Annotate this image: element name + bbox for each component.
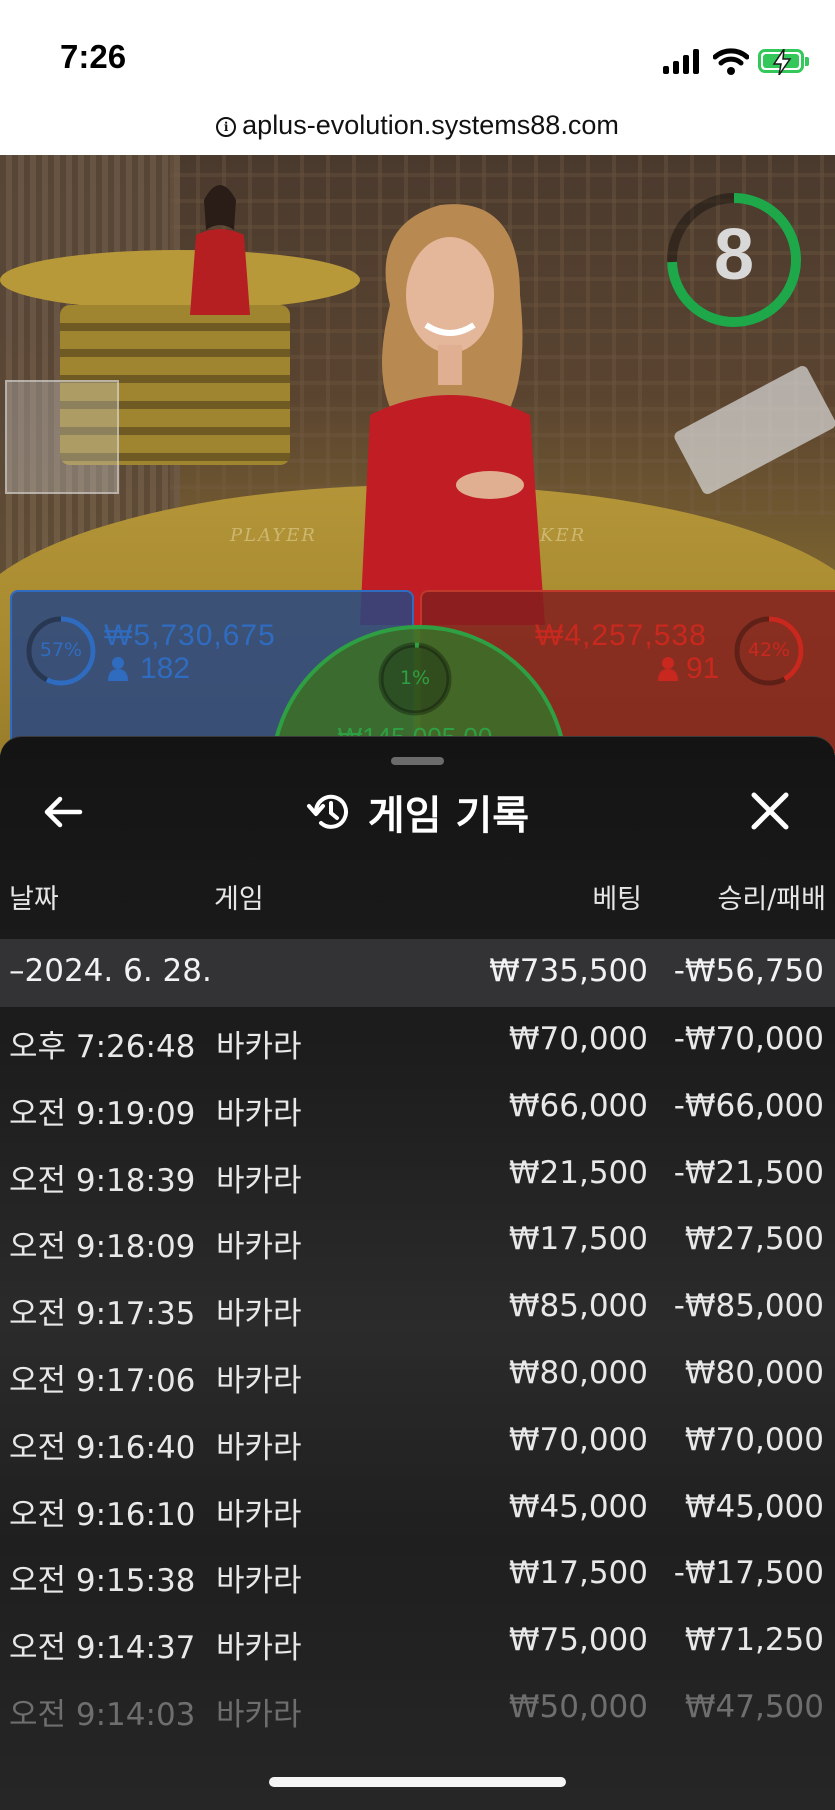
row-bet: ₩17,500 (508, 1221, 648, 1258)
row-game: 바카라 (216, 1563, 302, 1600)
row-win-loss: -₩70,000 (673, 1021, 824, 1057)
row-bet: ₩45,000 (508, 1488, 648, 1525)
history-row[interactable]: 오전 9:16:40 바카라 ₩70,000 ₩70,000 (0, 1408, 835, 1475)
row-win-loss: -₩21,500 (673, 1154, 824, 1191)
row-time: 오전 9:17:35 (9, 1296, 196, 1333)
history-row[interactable]: 오전 9:19:09 바카라 ₩66,000 -₩66,000 (0, 1074, 835, 1141)
column-header-game[interactable]: 게임 (214, 877, 264, 927)
row-game: 바카라 (216, 1029, 302, 1065)
group-win-loss-total: -₩56,750 (673, 953, 824, 989)
row-game: 바카라 (216, 1630, 302, 1667)
site-info-icon[interactable]: i (216, 116, 237, 137)
column-header-bet[interactable]: 베팅 (592, 877, 642, 927)
row-time: 오전 9:19:09 (9, 1095, 196, 1132)
history-row[interactable]: 오전 9:16:10 바카라 ₩45,000 ₩45,000 (0, 1475, 835, 1542)
player-total-bet: ₩5,730,675 (104, 619, 276, 652)
banker-total-bet: ₩4,257,538 (535, 619, 707, 652)
row-bet: ₩66,000 (508, 1087, 648, 1124)
player-count-icon (108, 657, 128, 681)
row-bet: ₩70,000 (508, 1021, 648, 1057)
row-game: 바카라 (216, 1296, 302, 1333)
row-game: 바카라 (216, 1362, 302, 1399)
history-row[interactable]: 오전 9:18:09 바카라 ₩17,500 ₩27,500 (0, 1207, 835, 1274)
status-time: 7:26 (60, 38, 127, 75)
column-header-win-loss[interactable]: 승리/패배 (718, 877, 826, 927)
row-bet: ₩70,000 (508, 1421, 648, 1458)
group-bet-total: ₩735,500 (489, 953, 648, 989)
player-count: 182 (140, 652, 191, 685)
dealer (360, 204, 545, 625)
history-row[interactable]: 오전 9:17:06 바카라 ₩80,000 ₩80,000 (0, 1341, 835, 1408)
home-indicator[interactable] (269, 1777, 566, 1787)
wifi-icon (713, 48, 749, 75)
history-list: 오후 7:26:48 바카라 ₩70,000 -₩70,000 오전 9:19:09 바… (0, 1007, 835, 1742)
banker-count-icon (658, 657, 678, 681)
row-time: 오전 9:14:03 (9, 1696, 196, 1733)
row-bet: ₩85,000 (508, 1288, 648, 1325)
row-bet: ₩80,000 (508, 1354, 648, 1391)
close-icon[interactable] (744, 785, 796, 837)
row-time: 오전 9:14:37 (9, 1630, 196, 1667)
row-win-loss: ₩27,500 (684, 1221, 824, 1258)
row-bet: ₩75,000 (508, 1622, 648, 1659)
player-percent: 57% (39, 639, 83, 661)
row-win-loss: ₩71,250 (684, 1622, 824, 1659)
banker-count: 91 (686, 652, 720, 685)
table-label-banker: KER (540, 525, 587, 546)
column-header-date[interactable]: 날짜 (9, 877, 59, 927)
row-win-loss: -₩85,000 (673, 1288, 824, 1325)
row-time: 오전 9:16:10 (9, 1496, 196, 1533)
row-win-loss: ₩45,000 (684, 1488, 824, 1525)
date-group-row[interactable]: –2024. 6. 28. ₩735,500 -₩56,750 (0, 939, 835, 1007)
banker-percent: 42% (747, 639, 791, 661)
row-game: 바카라 (216, 1162, 302, 1199)
url-text: aplus-evolution.systems88.com (242, 110, 619, 140)
history-row[interactable]: 오전 9:14:03 바카라 ₩50,000 ₩47,500 (0, 1675, 835, 1742)
row-win-loss: ₩47,500 (684, 1688, 824, 1725)
row-win-loss: ₩70,000 (684, 1421, 824, 1458)
row-time: 오후 7:26:48 (9, 1029, 196, 1065)
history-row[interactable]: 오후 7:26:48 바카라 ₩70,000 -₩70,000 (0, 1007, 835, 1074)
background-dealer (190, 185, 250, 315)
countdown-number: 8 (713, 215, 755, 295)
row-game: 바카라 (216, 1229, 302, 1266)
history-row[interactable]: 오전 9:17:35 바카라 ₩85,000 -₩85,000 (0, 1274, 835, 1341)
history-row[interactable]: 오전 9:15:38 바카라 ₩17,500 -₩17,500 (0, 1541, 835, 1608)
row-win-loss: ₩80,000 (684, 1354, 824, 1391)
row-bet: ₩17,500 (508, 1555, 648, 1592)
tie-percent: 1% (399, 667, 431, 689)
game-history-sheet: 게임 기록 날짜 게임 베팅 승리/패배 –2024. 6. 28. ₩735,… (0, 736, 835, 1810)
row-time: 오전 9:16:40 (9, 1429, 196, 1466)
row-time: 오전 9:18:09 (9, 1229, 196, 1266)
sheet-title: 게임 기록 (367, 793, 530, 839)
history-row[interactable]: 오전 9:14:37 바카라 ₩75,000 ₩71,250 (0, 1608, 835, 1675)
history-icon (306, 794, 348, 829)
battery-icon (758, 49, 804, 75)
row-win-loss: -₩66,000 (673, 1087, 824, 1124)
row-bet: ₩50,000 (508, 1688, 648, 1725)
sheet-drag-handle[interactable] (391, 757, 444, 765)
row-bet: ₩21,500 (508, 1154, 648, 1191)
row-win-loss: -₩17,500 (673, 1555, 824, 1592)
row-time: 오전 9:18:39 (9, 1162, 196, 1199)
row-game: 바카라 (216, 1429, 302, 1466)
address-bar[interactable]: i aplus-evolution.systems88.com (0, 100, 835, 155)
cellular-signal-icon (663, 48, 701, 74)
row-time: 오전 9:17:06 (9, 1362, 196, 1399)
history-row[interactable]: 오전 9:18:39 바카라 ₩21,500 -₩21,500 (0, 1141, 835, 1208)
row-game: 바카라 (216, 1496, 302, 1533)
table-label-player: PLAYER (230, 525, 317, 546)
status-bar: 7:26 (0, 0, 835, 100)
row-game: 바카라 (216, 1696, 302, 1733)
group-date: –2024. 6. 28. (9, 953, 212, 989)
row-game: 바카라 (216, 1095, 302, 1132)
row-time: 오전 9:15:38 (9, 1563, 196, 1600)
